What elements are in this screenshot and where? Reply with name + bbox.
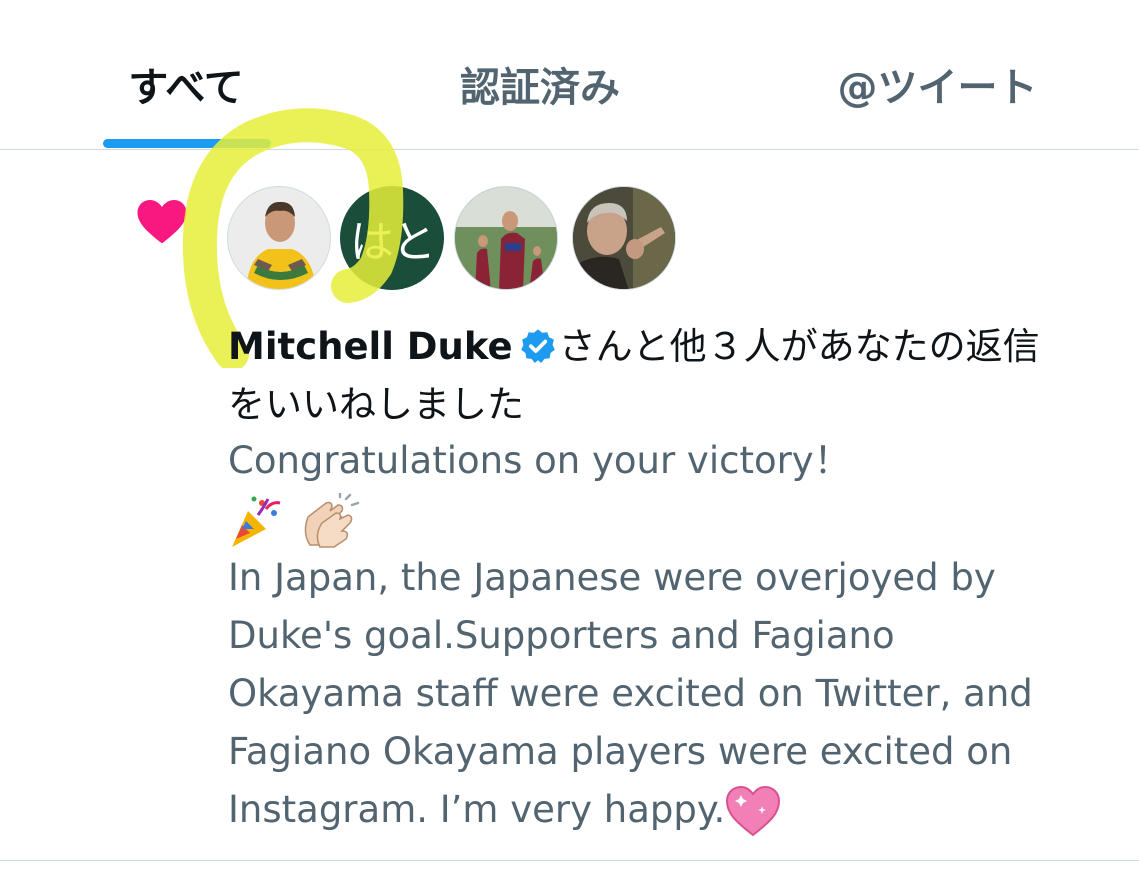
tweet-emoji-row (228, 490, 1128, 549)
notification-action-text: さんと他３人があなたの返信 (558, 325, 1040, 368)
notification-text: Mitchell Duke さんと他３人があなたの返信 をいいねしました (228, 318, 1128, 434)
avatar-initials: はと (350, 217, 436, 268)
tweet-line: Duke's goal.Supporters and Fagiano (228, 613, 895, 657)
clapping-hands-emoji-icon (304, 492, 360, 548)
user-name[interactable]: Mitchell Duke (228, 325, 513, 368)
tweet-line: Congratulations on your victory！ (228, 439, 851, 482)
tweet-line: Fagiano Okayama players were excited on (228, 729, 1013, 773)
divider (0, 149, 1139, 150)
tab-all[interactable]: すべて (86, 58, 286, 118)
avatar-players[interactable] (454, 186, 558, 290)
notification-action-text-cont: をいいねしました (228, 383, 524, 426)
notification-tabs: すべて 認証済み @ツイート (0, 0, 1139, 150)
tweet-line: Instagram. I’m very happy. (228, 787, 726, 831)
man-photo-icon (573, 187, 675, 289)
players-photo-icon (455, 187, 557, 289)
tweet-line: In Japan, the Japanese were overjoyed by (228, 555, 996, 599)
active-tab-indicator (103, 139, 271, 148)
tweet-preview[interactable]: Congratulations on your victory！ In Japa… (228, 432, 1128, 839)
tab-verified[interactable]: 認証済み (435, 58, 645, 118)
tab-mentions[interactable]: @ツイート (800, 58, 1075, 118)
avatar-mitchell-duke[interactable] (227, 186, 331, 290)
verified-badge-icon (520, 329, 555, 363)
sparkling-heart-emoji-icon (726, 785, 781, 837)
heart-icon (137, 200, 187, 244)
tweet-line-last: Instagram. I’m very happy. (228, 781, 1128, 839)
player-photo-icon (228, 187, 330, 289)
avatar-man-pointing[interactable] (572, 186, 676, 290)
tweet-line: Okayama staff were excited on Twitter, a… (228, 671, 1033, 715)
divider (0, 860, 1139, 861)
avatar-hato[interactable]: はと (340, 186, 444, 290)
party-popper-emoji-icon (232, 496, 281, 547)
